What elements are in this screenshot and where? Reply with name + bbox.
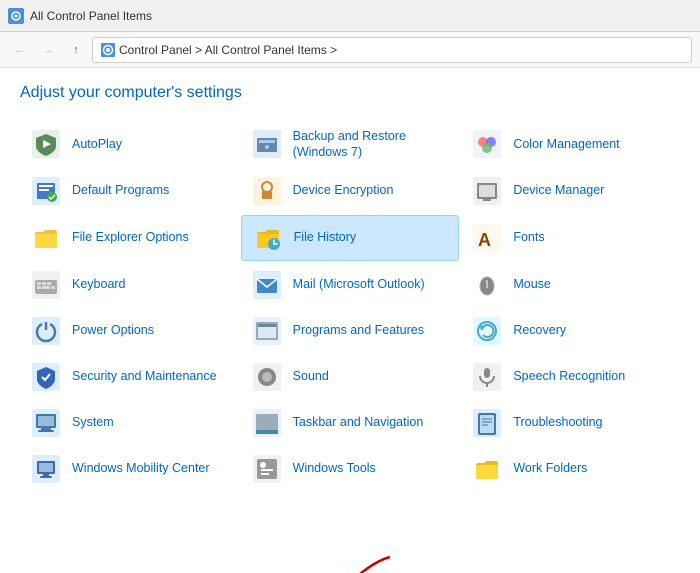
item-icon-recovery [471, 315, 503, 347]
items-grid: AutoPlay Backup and Restore (Windows 7) Co… [20, 122, 680, 491]
item-programs-features[interactable]: Programs and Features [241, 309, 460, 353]
item-label-sound: Sound [293, 368, 329, 384]
item-mouse[interactable]: Mouse [461, 263, 680, 307]
item-file-history[interactable]: File History [241, 215, 460, 261]
nav-bar: ← → ↑ Control Panel > All Control Panel … [0, 32, 700, 68]
item-fonts[interactable]: A Fonts [461, 215, 680, 261]
item-label-default-programs: Default Programs [72, 182, 169, 198]
item-label-recovery: Recovery [513, 322, 566, 338]
item-icon-system [30, 407, 62, 439]
item-label-system: System [72, 414, 114, 430]
item-label-work-folders: Work Folders [513, 460, 587, 476]
item-default-programs[interactable]: Default Programs [20, 169, 239, 213]
item-system[interactable]: System [20, 401, 239, 445]
content-wrapper: AutoPlay Backup and Restore (Windows 7) Co… [20, 122, 680, 491]
title-bar: All Control Panel Items [0, 0, 700, 32]
item-icon-taskbar-navigation [251, 407, 283, 439]
item-windows-mobility[interactable]: Windows Mobility Center [20, 447, 239, 491]
item-label-file-explorer-options: File Explorer Options [72, 229, 189, 245]
item-icon-mail [251, 269, 283, 301]
item-sound[interactable]: Sound [241, 355, 460, 399]
page-title: Adjust your computer's settings [20, 84, 680, 102]
item-label-speech-recognition: Speech Recognition [513, 368, 625, 384]
item-icon-troubleshooting [471, 407, 503, 439]
item-icon-default-programs [30, 175, 62, 207]
breadcrumb-text: Control Panel > All Control Panel Items … [119, 43, 337, 57]
item-icon-sound [251, 361, 283, 393]
item-taskbar-navigation[interactable]: Taskbar and Navigation [241, 401, 460, 445]
item-icon-color-management [471, 128, 503, 160]
item-icon-device-manager [471, 175, 503, 207]
item-security-maintenance[interactable]: Security and Maintenance [20, 355, 239, 399]
item-icon-file-explorer-options [30, 222, 62, 254]
title-bar-icon [8, 8, 24, 24]
item-autoplay[interactable]: AutoPlay [20, 122, 239, 167]
item-icon-device-encryption [251, 175, 283, 207]
item-power-options[interactable]: Power Options [20, 309, 239, 353]
item-color-management[interactable]: Color Management [461, 122, 680, 167]
address-bar[interactable]: Control Panel > All Control Panel Items … [92, 37, 692, 63]
item-label-security-maintenance: Security and Maintenance [72, 368, 217, 384]
item-label-troubleshooting: Troubleshooting [513, 414, 602, 430]
item-keyboard[interactable]: Keyboard [20, 263, 239, 307]
item-work-folders[interactable]: Work Folders [461, 447, 680, 491]
item-icon-windows-tools [251, 453, 283, 485]
item-label-fonts: Fonts [513, 229, 544, 245]
item-label-windows-tools: Windows Tools [293, 460, 376, 476]
item-icon-programs-features [251, 315, 283, 347]
breadcrumb-icon [101, 43, 115, 57]
svg-text:A: A [478, 230, 491, 250]
item-label-device-manager: Device Manager [513, 182, 604, 198]
item-label-color-management: Color Management [513, 136, 619, 152]
item-windows-tools[interactable]: Windows Tools [241, 447, 460, 491]
item-label-power-options: Power Options [72, 322, 154, 338]
item-icon-speech-recognition [471, 361, 503, 393]
item-icon-autoplay [30, 128, 62, 160]
item-label-programs-features: Programs and Features [293, 322, 424, 338]
item-backup-restore[interactable]: Backup and Restore (Windows 7) [241, 122, 460, 167]
item-icon-security-maintenance [30, 361, 62, 393]
item-label-device-encryption: Device Encryption [293, 182, 394, 198]
item-label-windows-mobility: Windows Mobility Center [72, 460, 210, 476]
item-icon-backup-restore [251, 128, 283, 160]
item-icon-keyboard [30, 269, 62, 301]
title-bar-title: All Control Panel Items [30, 9, 692, 23]
item-icon-power-options [30, 315, 62, 347]
item-icon-file-history [252, 222, 284, 254]
item-label-taskbar-navigation: Taskbar and Navigation [293, 414, 424, 430]
item-icon-work-folders [471, 453, 503, 485]
back-button[interactable]: ← [8, 38, 32, 62]
forward-button[interactable]: → [36, 38, 60, 62]
item-mail[interactable]: Mail (Microsoft Outlook) [241, 263, 460, 307]
item-label-autoplay: AutoPlay [72, 136, 122, 152]
item-file-explorer-options[interactable]: File Explorer Options [20, 215, 239, 261]
item-device-manager[interactable]: Device Manager [461, 169, 680, 213]
item-label-keyboard: Keyboard [72, 276, 126, 292]
item-troubleshooting[interactable]: Troubleshooting [461, 401, 680, 445]
item-label-file-history: File History [294, 229, 357, 245]
item-label-mouse: Mouse [513, 276, 551, 292]
item-icon-fonts: A [471, 222, 503, 254]
item-recovery[interactable]: Recovery [461, 309, 680, 353]
item-icon-windows-mobility [30, 453, 62, 485]
item-label-mail: Mail (Microsoft Outlook) [293, 276, 425, 292]
arrow-annotation [330, 552, 410, 573]
item-label-backup-restore: Backup and Restore (Windows 7) [293, 128, 450, 161]
main-content: Adjust your computer's settings AutoPlay… [0, 68, 700, 573]
item-icon-mouse [471, 269, 503, 301]
item-device-encryption[interactable]: Device Encryption [241, 169, 460, 213]
up-button[interactable]: ↑ [64, 38, 88, 62]
item-speech-recognition[interactable]: Speech Recognition [461, 355, 680, 399]
